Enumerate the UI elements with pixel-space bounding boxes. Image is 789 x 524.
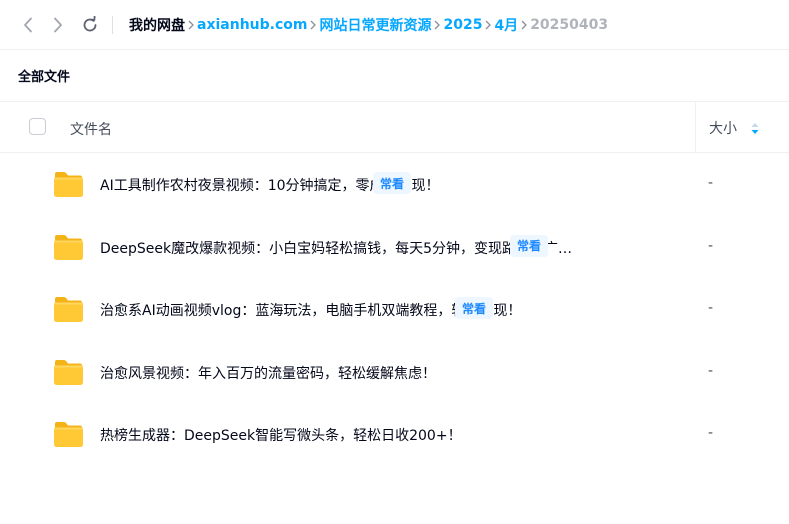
- breadcrumb-current: 20250403: [530, 16, 609, 33]
- chevron-right-icon: [432, 19, 442, 31]
- section-title: 全部文件: [18, 70, 71, 85]
- folder-icon: [54, 422, 83, 447]
- folder-icon: [54, 234, 83, 260]
- column-header-size-label: 大小: [709, 121, 737, 137]
- breadcrumb-item[interactable]: axianhub.com: [197, 17, 307, 33]
- file-size: -: [708, 300, 714, 316]
- frequent-badge: 常看: [455, 297, 494, 319]
- folder-icon: [54, 297, 83, 322]
- frequent-badge: 常看: [373, 172, 412, 194]
- frequent-badge: 常看: [510, 234, 549, 257]
- nav-divider: [112, 15, 113, 34]
- back-button[interactable]: [14, 11, 42, 39]
- select-all-checkbox[interactable]: [29, 118, 46, 135]
- file-list: AI工具制作农村夜景视频：10分钟搞定，零成本变现！ 常看 - DeepSeek魔改爆…: [0, 153, 789, 466]
- column-divider: [695, 102, 696, 153]
- file-name[interactable]: DeepSeek魔改爆款视频：小白宝妈轻松搞钱，每天5分钟，变现路子超广…: [100, 238, 572, 258]
- file-size: -: [708, 175, 714, 191]
- file-row[interactable]: 治愈风景视频：年入百万的流量密码，轻松缓解焦虑！ -: [0, 341, 789, 404]
- file-row[interactable]: AI工具制作农村夜景视频：10分钟搞定，零成本变现！ 常看 -: [0, 153, 789, 216]
- column-header-name[interactable]: 文件名: [70, 119, 112, 139]
- breadcrumb-root[interactable]: 我的网盘: [129, 15, 185, 35]
- breadcrumb-item[interactable]: 4月: [494, 15, 518, 35]
- file-row[interactable]: 治愈系AI动画视频vlog：蓝海玩法，电脑手机双端教程，轻松变现！ 常看 -: [0, 278, 789, 341]
- forward-button[interactable]: [44, 11, 72, 39]
- chevron-right-icon: [483, 19, 493, 31]
- breadcrumb-item[interactable]: 网站日常更新资源: [319, 15, 431, 35]
- top-navigation-bar: 我的网盘 axianhub.com 网站日常更新资源 2025 4月 20250…: [0, 0, 789, 50]
- folder-icon: [54, 172, 83, 197]
- table-header: 文件名 大小: [0, 101, 789, 153]
- folder-icon: [54, 359, 83, 385]
- file-row[interactable]: DeepSeek魔改爆款视频：小白宝妈轻松搞钱，每天5分钟，变现路子超广… 常看 -: [0, 216, 789, 279]
- refresh-icon: [83, 15, 97, 31]
- refresh-button[interactable]: [76, 11, 104, 39]
- chevron-left-icon: [24, 17, 32, 32]
- breadcrumb-item[interactable]: 2025: [443, 17, 482, 33]
- file-name[interactable]: 治愈风景视频：年入百万的流量密码，轻松缓解焦虑！: [100, 363, 436, 383]
- chevron-right-icon: [519, 19, 529, 31]
- column-header-size[interactable]: 大小: [709, 118, 759, 138]
- sort-icon[interactable]: [751, 122, 759, 135]
- file-size: -: [708, 237, 714, 254]
- file-size: -: [708, 362, 714, 379]
- file-size: -: [708, 425, 714, 441]
- chevron-right-icon: [308, 19, 318, 31]
- breadcrumb: 我的网盘 axianhub.com 网站日常更新资源 2025 4月 20250…: [129, 15, 608, 35]
- chevron-right-icon: [186, 19, 196, 31]
- file-row[interactable]: 热榜生成器：DeepSeek智能写微头条，轻松日收200+！ -: [0, 403, 789, 466]
- chevron-right-icon: [54, 17, 62, 32]
- file-name[interactable]: 热榜生成器：DeepSeek智能写微头条，轻松日收200+！: [100, 425, 462, 445]
